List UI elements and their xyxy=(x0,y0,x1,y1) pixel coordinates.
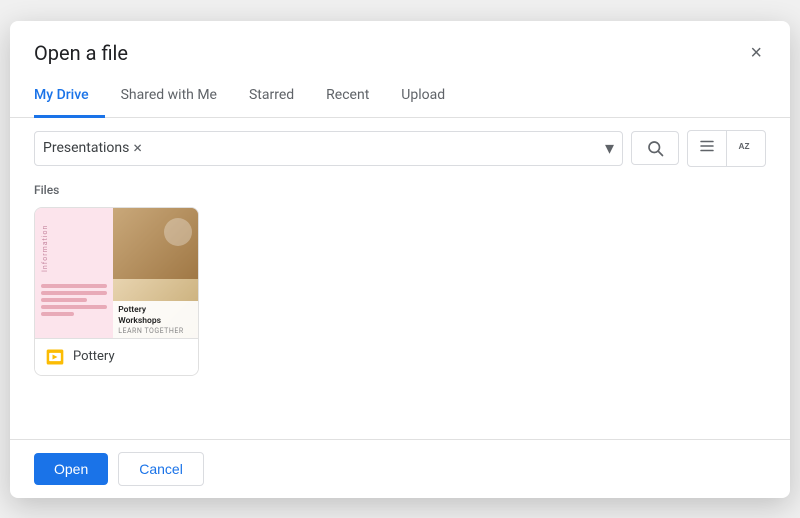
filter-dropdown-arrow[interactable]: ▾ xyxy=(605,138,614,159)
content-area: Files Information xyxy=(10,179,790,439)
svg-text:AZ: AZ xyxy=(739,142,750,151)
dialog-title: Open a file xyxy=(34,41,128,65)
open-button[interactable]: Open xyxy=(34,453,108,485)
sort-icon: AZ xyxy=(737,137,755,155)
tabs-bar: My Drive Shared with Me Starred Recent U… xyxy=(10,75,790,118)
slides-icon xyxy=(45,347,65,367)
close-button[interactable]: × xyxy=(746,39,766,67)
tab-shared-with-me[interactable]: Shared with Me xyxy=(105,75,233,118)
pottery-title: PotteryWorkshops xyxy=(118,305,193,326)
files-label: Files xyxy=(34,183,766,197)
filter-tag-label: Presentations xyxy=(43,140,129,156)
thumb-right-panel: PotteryWorkshops LEARN TOGETHER xyxy=(113,208,198,338)
dialog-footer: Open Cancel xyxy=(10,439,790,498)
sort-button[interactable]: AZ xyxy=(727,131,765,166)
search-icon xyxy=(646,139,664,157)
filter-tag: Presentations × xyxy=(43,140,142,156)
dialog-header: Open a file × xyxy=(10,21,790,67)
thumb-vertical-text: Information xyxy=(41,216,107,276)
tab-upload[interactable]: Upload xyxy=(385,75,461,118)
list-view-button[interactable] xyxy=(688,131,727,166)
view-buttons: AZ xyxy=(687,130,766,167)
cancel-button[interactable]: Cancel xyxy=(118,452,204,486)
tab-my-drive[interactable]: My Drive xyxy=(34,75,105,118)
file-thumbnail: Information xyxy=(35,208,198,338)
tab-recent[interactable]: Recent xyxy=(310,75,385,118)
filter-bar[interactable]: Presentations × ▾ xyxy=(34,131,623,166)
thumb-left-panel: Information xyxy=(35,208,113,338)
list-icon xyxy=(698,137,716,155)
tab-starred[interactable]: Starred xyxy=(233,75,310,118)
file-info: Pottery xyxy=(35,338,198,375)
open-file-dialog: Open a file × My Drive Shared with Me St… xyxy=(10,21,790,498)
pottery-sub: LEARN TOGETHER xyxy=(118,327,193,335)
file-name-pottery: Pottery xyxy=(73,349,115,364)
search-button[interactable] xyxy=(631,131,679,165)
filter-tag-close[interactable]: × xyxy=(133,140,142,156)
file-card-pottery[interactable]: Information xyxy=(34,207,199,376)
pottery-text-block: PotteryWorkshops LEARN TOGETHER xyxy=(113,301,198,337)
files-grid: Information xyxy=(34,207,766,376)
toolbar: Presentations × ▾ AZ xyxy=(10,118,790,179)
